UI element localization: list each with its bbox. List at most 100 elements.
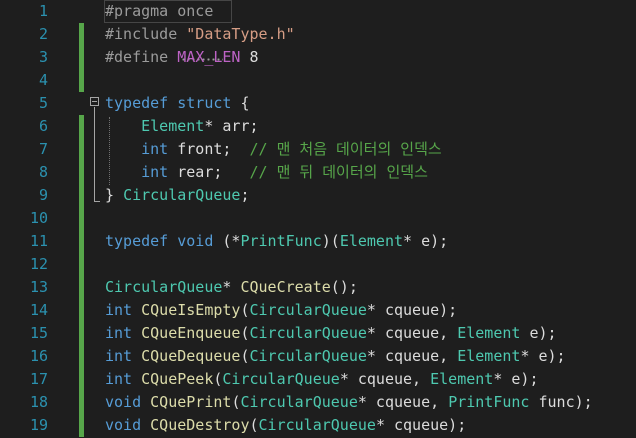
code-line[interactable]: 17 int CQuePeek(CircularQueue* cqueue, El…	[0, 368, 636, 391]
line-number: 19	[29, 416, 48, 434]
code-token-default: * arr;	[204, 117, 259, 135]
line-number: 3	[38, 48, 48, 66]
code-line[interactable]: 12	[0, 253, 636, 276]
code-token-default: ();	[330, 278, 358, 296]
code-token-type: CircularQueue	[240, 393, 358, 411]
code-line[interactable]: 10	[0, 207, 636, 230]
code-token-keyword: int	[105, 324, 133, 342]
change-indicator	[79, 299, 84, 322]
code-token-function: CQuePeek	[141, 370, 214, 388]
code-token-type: Element	[457, 347, 521, 365]
code-token-function: CQuePrint	[150, 393, 232, 411]
code-token-default	[168, 94, 177, 112]
line-code: #include "DataType.h"	[105, 24, 295, 45]
line-code: int rear; // 맨 뒤 데이터의 인덱스	[105, 162, 428, 183]
code-line[interactable]: 4	[0, 69, 636, 92]
code-line[interactable]: 11 typedef void (*PrintFunc)(Element* e);	[0, 230, 636, 253]
code-token-default: e);	[520, 324, 557, 342]
change-indicator	[79, 345, 84, 368]
change-indicator	[79, 322, 84, 345]
line-code: Element* arr;	[105, 116, 259, 137]
code-token-preprocessor: #include	[105, 25, 187, 43]
code-token-type: CircularQueue	[123, 186, 241, 204]
line-number: 9	[38, 186, 48, 204]
code-line[interactable]: 5 typedef struct {	[0, 92, 636, 115]
code-token-default	[105, 163, 141, 181]
code-token-function: CQueEnqueue	[141, 324, 241, 342]
code-token-macro: MAX_LEN	[177, 48, 241, 66]
code-token-default: *	[222, 278, 241, 296]
line-number: 10	[29, 209, 48, 227]
code-token-keyword: void	[177, 232, 214, 250]
code-token-type: PrintFunc	[448, 393, 530, 411]
code-line[interactable]: 7 int front; // 맨 처음 데이터의 인덱스	[0, 138, 636, 161]
code-token-default: * e);	[493, 370, 539, 388]
line-number: 12	[29, 255, 48, 273]
code-token-keyword: typedef	[105, 232, 169, 250]
code-line[interactable]: 15 int CQueEnqueue(CircularQueue* cqueue,…	[0, 322, 636, 345]
code-line[interactable]: 6 Element* arr;	[0, 115, 636, 138]
code-token-type: PrintFunc	[240, 232, 322, 250]
line-number: 18	[29, 393, 48, 411]
code-line[interactable]: 14 int CQueIsEmpty(CircularQueue* cqueue)…	[0, 299, 636, 322]
line-code: #define MAX_LEN 8	[105, 47, 259, 68]
code-token-type: CircularQueue	[249, 324, 367, 342]
code-token-keyword: int	[105, 370, 133, 388]
code-token-default: )(	[321, 232, 340, 250]
change-indicator	[79, 115, 84, 138]
code-token-default: * cqueue);	[366, 301, 458, 319]
line-number: 14	[29, 301, 48, 319]
code-token-default	[132, 301, 141, 319]
code-editor[interactable]: 1 #pragma once 2 #include "DataType.h" 3 #def…	[0, 0, 636, 438]
code-line[interactable]: 9} CircularQueue;	[0, 184, 636, 207]
line-code: int front; // 맨 처음 데이터의 인덱스	[105, 139, 442, 160]
code-line[interactable]: 16 int CQueDequeue(CircularQueue* cqueue,…	[0, 345, 636, 368]
code-line[interactable]: 3 #define MAX_LEN 8	[0, 46, 636, 69]
code-token-default: * cqueue,	[366, 324, 458, 342]
code-token-default: {	[231, 94, 250, 112]
line-number: 15	[29, 324, 48, 342]
code-token-function: CQueIsEmpty	[141, 301, 241, 319]
code-token-type: CircularQueue	[222, 370, 340, 388]
code-token-default: (	[249, 416, 259, 434]
code-token-default	[105, 140, 141, 158]
code-token-default	[132, 370, 141, 388]
code-token-keyword: int	[141, 140, 169, 158]
change-indicator	[79, 23, 84, 46]
code-token-default	[141, 393, 150, 411]
code-token-default: front;	[168, 140, 250, 158]
code-line[interactable]: 2 #include "DataType.h"	[0, 23, 636, 46]
change-indicator	[79, 161, 84, 184]
code-token-type: Element	[457, 324, 521, 342]
code-line[interactable]: 18 void CQuePrint(CircularQueue* cqueue, …	[0, 391, 636, 414]
code-token-keyword: void	[105, 393, 142, 411]
change-indicator	[79, 253, 84, 276]
code-token-keyword: void	[105, 416, 142, 434]
code-token-default: * cqueue,	[339, 370, 431, 388]
change-indicator	[79, 69, 84, 92]
code-token-default	[132, 347, 141, 365]
code-token-default	[105, 117, 141, 135]
code-line[interactable]: 1 #pragma once	[0, 0, 636, 23]
code-line[interactable]: 19 void CQueDestroy(CircularQueue* cqueue…	[0, 414, 636, 437]
code-token-default: }	[105, 186, 124, 204]
code-token-string: "DataType.h"	[186, 25, 295, 43]
code-token-function: CQueCreate	[240, 278, 331, 296]
change-indicator	[79, 414, 84, 437]
line-code: int CQueEnqueue(CircularQueue* cqueue, E…	[105, 323, 557, 344]
line-code: int CQuePeek(CircularQueue* cqueue, Elem…	[105, 369, 539, 390]
code-token-default: * e);	[520, 347, 566, 365]
change-indicator	[79, 230, 84, 253]
code-line[interactable]: 8 int rear; // 맨 뒤 데이터의 인덱스	[0, 161, 636, 184]
code-token-default: (*	[213, 232, 241, 250]
code-token-type: Element	[339, 232, 404, 250]
line-code: typedef struct {	[105, 93, 250, 114]
code-token-keyword: struct	[177, 94, 232, 112]
line-number: 4	[38, 71, 48, 89]
code-token-keyword: int	[105, 301, 133, 319]
change-indicator	[79, 391, 84, 414]
code-line[interactable]: 13 CircularQueue* CQueCreate();	[0, 276, 636, 299]
line-number: 6	[38, 117, 48, 135]
code-token-default: * cqueue);	[375, 416, 467, 434]
line-code: int CQueIsEmpty(CircularQueue* cqueue);	[105, 300, 457, 321]
